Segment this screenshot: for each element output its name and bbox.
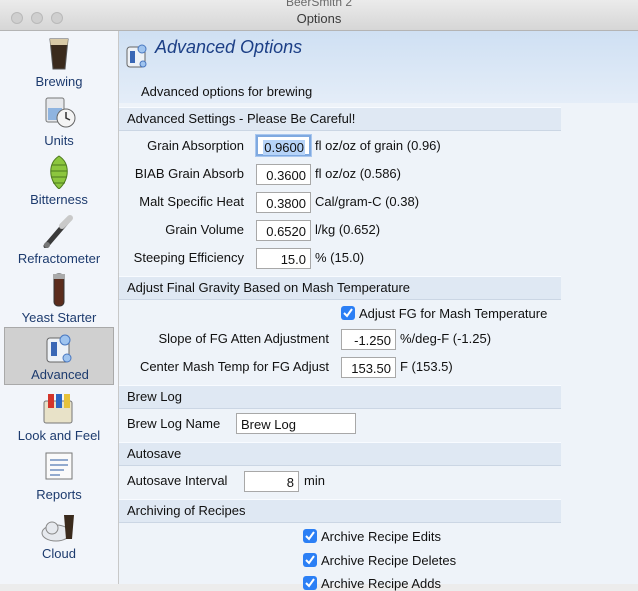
grain-volume-label: Grain Volume	[165, 222, 244, 237]
archive-deletes-checkbox[interactable]	[303, 553, 317, 567]
advanced-options-icon	[126, 44, 147, 68]
fg-slope-label: Slope of FG Atten Adjustment	[158, 331, 329, 346]
sidebar-item-brewing[interactable]: Brewing	[4, 37, 114, 95]
archive-edits-checkbox[interactable]	[303, 529, 317, 543]
sidebar-item-yeast-starter[interactable]: Yeast Starter	[4, 273, 114, 331]
steeping-efficiency-input[interactable]: 15.0	[256, 248, 311, 269]
hop-cone-icon	[50, 155, 68, 189]
autosave-interval-unit: min	[304, 473, 325, 488]
section-title: Autosave	[127, 446, 182, 461]
sidebar-item-label: Brewing	[35, 74, 83, 89]
biab-grain-absorb-input[interactable]: 0.3600	[256, 164, 311, 185]
checkmark-icon	[305, 531, 315, 541]
section-title: Archiving of Recipes	[127, 503, 246, 518]
sidebar-item-label: Units	[44, 133, 74, 148]
section-header-archiving: Archiving of Recipes	[119, 499, 561, 523]
steeping-efficiency-label: Steeping Efficiency	[133, 250, 244, 265]
window-title: Options	[296, 11, 342, 26]
brew-log-name-label: Brew Log Name	[127, 416, 221, 431]
adjust-fg-label: Adjust FG for Mash Temperature	[359, 306, 548, 321]
sidebar-item-label: Look and Feel	[17, 428, 101, 443]
sidebar-item-refractometer[interactable]: Refractometer	[4, 214, 114, 272]
center-mash-temp-unit: F (153.5)	[400, 359, 453, 374]
section-title: Advanced Settings - Please Be Careful!	[127, 111, 356, 126]
malt-specific-heat-label: Malt Specific Heat	[139, 194, 244, 209]
steeping-efficiency-unit: % (15.0)	[315, 250, 365, 265]
archive-deletes-label: Archive Recipe Deletes	[321, 553, 457, 568]
adjust-fg-checkbox[interactable]	[341, 306, 355, 320]
checkmark-icon	[343, 308, 353, 318]
grain-absorption-unit: fl oz/oz of grain (0.96)	[315, 138, 441, 153]
sidebar-item-label: Cloud	[42, 546, 76, 561]
advanced-options-icon	[46, 334, 72, 363]
app-title: BeerSmith 2	[285, 0, 353, 9]
section-title: Adjust Final Gravity Based on Mash Tempe…	[127, 280, 411, 295]
grain-volume-input[interactable]: 0.6520	[256, 220, 311, 241]
yeast-vial-icon	[53, 273, 65, 307]
title-bar: BeerSmith 2 Options	[0, 0, 638, 31]
checkmark-icon	[305, 555, 315, 565]
palette-icon	[43, 394, 73, 424]
section-header-advanced-settings: Advanced Settings - Please Be Careful!	[119, 107, 561, 131]
options-main-panel: Advanced Options Advanced options for br…	[119, 31, 638, 591]
checkmark-icon	[305, 578, 315, 588]
minimize-window-button[interactable]	[31, 12, 43, 24]
sidebar-item-label: Advanced	[31, 367, 89, 382]
cloud-icon	[41, 515, 74, 542]
sidebar-item-label: Reports	[36, 487, 82, 502]
sidebar-item-label: Yeast Starter	[21, 310, 97, 325]
autosave-interval-label: Autosave Interval	[127, 473, 228, 488]
center-mash-temp-label: Center Mash Temp for FG Adjust	[139, 359, 329, 374]
biab-grain-absorb-label: BIAB Grain Absorb	[134, 166, 244, 181]
grain-volume-unit: l/kg (0.652)	[315, 222, 381, 237]
options-sidebar: Brewing Units Bitterness Refractometer Y…	[0, 31, 119, 584]
sidebar-item-bitterness[interactable]: Bitterness	[4, 155, 114, 213]
autosave-interval-input[interactable]: 8	[244, 471, 299, 492]
zoom-window-button[interactable]	[51, 12, 63, 24]
sidebar-item-cloud[interactable]: Cloud	[4, 509, 114, 567]
report-icon	[45, 452, 73, 480]
page-title: Advanced Options	[155, 37, 303, 57]
grain-absorption-label: Grain Absorption	[147, 138, 244, 153]
fg-slope-unit: %/deg-F (-1.25)	[400, 331, 492, 346]
center-mash-temp-input[interactable]: 153.50	[341, 357, 396, 378]
archive-edits-label: Archive Recipe Edits	[321, 529, 441, 544]
grain-absorption-input[interactable]: 0.9600	[256, 135, 311, 156]
section-header-final-gravity: Adjust Final Gravity Based on Mash Tempe…	[119, 276, 561, 300]
units-beaker-clock-icon	[45, 97, 76, 128]
sidebar-item-advanced[interactable]: Advanced	[4, 327, 114, 385]
close-window-button[interactable]	[11, 12, 23, 24]
archive-adds-checkbox[interactable]	[303, 576, 317, 590]
sidebar-item-look-and-feel[interactable]: Look and Feel	[4, 391, 114, 449]
section-header-brew-log: Brew Log	[119, 385, 561, 409]
sidebar-item-units[interactable]: Units	[4, 96, 114, 154]
sidebar-item-reports[interactable]: Reports	[4, 450, 114, 508]
malt-specific-heat-unit: Cal/gram-C (0.38)	[315, 194, 420, 209]
options-header: Advanced Options Advanced options for br…	[119, 31, 638, 103]
biab-grain-absorb-unit: fl oz/oz (0.586)	[315, 166, 401, 181]
page-subtitle: Advanced options for brewing	[141, 84, 313, 99]
fg-slope-input[interactable]: -1.250	[341, 329, 396, 350]
brew-log-name-input[interactable]: Brew Log	[236, 413, 356, 434]
malt-specific-heat-input[interactable]: 0.3800	[256, 192, 311, 213]
beer-glass-icon	[49, 38, 69, 70]
refractometer-icon	[43, 215, 73, 248]
sidebar-item-label: Bitterness	[30, 192, 88, 207]
sidebar-item-label: Refractometer	[17, 251, 101, 266]
section-title: Brew Log	[127, 389, 182, 404]
section-header-autosave: Autosave	[119, 442, 561, 466]
